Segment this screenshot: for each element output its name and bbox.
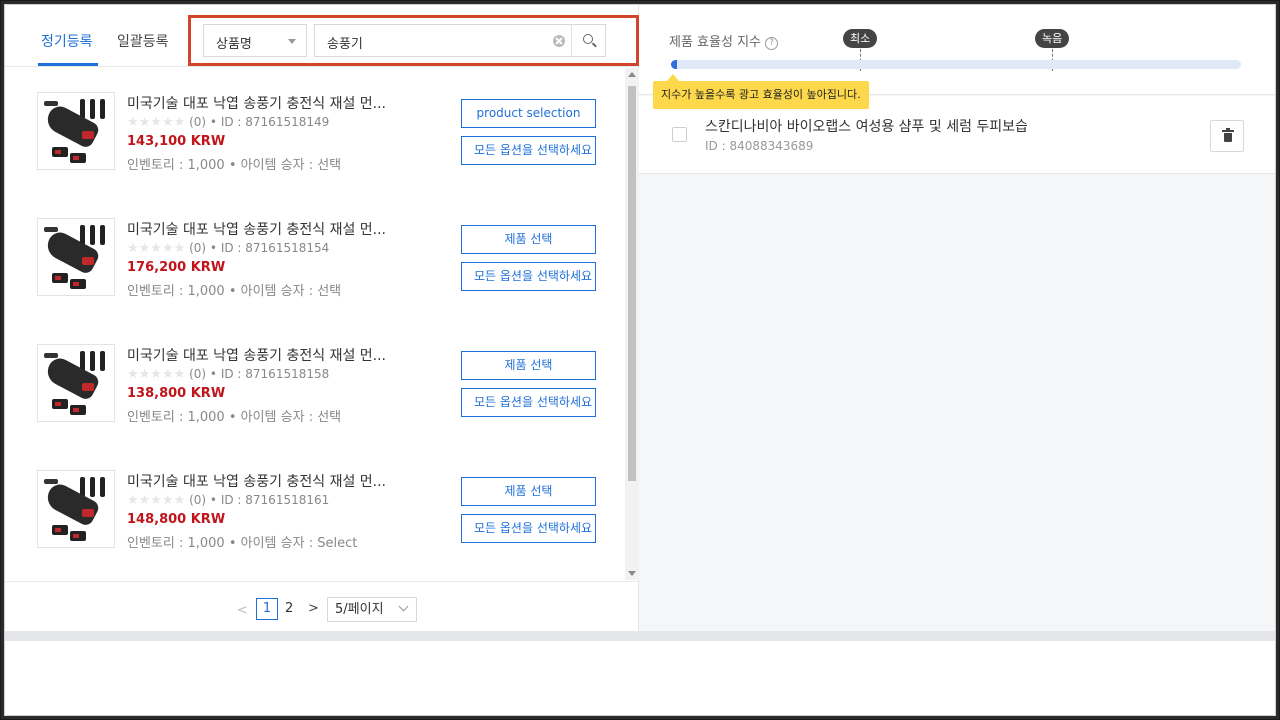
rating-stars-icon: ★★★★★: [127, 367, 186, 382]
tab-bar: 정기등록 일괄등록 상품명 송풍기: [5, 5, 639, 67]
rating-count: (0): [189, 115, 207, 129]
search-field-value: 상품명: [216, 37, 252, 52]
marker-min: 최소: [843, 29, 878, 48]
help-icon[interactable]: ?: [765, 37, 778, 50]
prev-page-icon[interactable]: <: [237, 603, 248, 618]
list-scrollbar[interactable]: [625, 68, 639, 580]
page-size-select[interactable]: 5/페이지: [327, 597, 417, 622]
product-meta: ★★★★★ (0) • ID : 87161518154: [127, 241, 330, 256]
product-search-panel: 정기등록 일괄등록 상품명 송풍기 미국기술 대포 낙엽 송풍기 충전식 재설 …: [5, 5, 639, 631]
chevron-down-icon: [398, 601, 409, 612]
product-thumbnail: [37, 344, 115, 422]
list-item: 미국기술 대포 낙엽 송풍기 충전식 재설 먼... ★★★★★ (0) • I…: [5, 320, 625, 446]
product-price: 143,100 KRW: [127, 134, 226, 149]
product-thumbnail: [37, 218, 115, 296]
search-field-select[interactable]: 상품명: [203, 24, 307, 57]
rating-stars-icon: ★★★★★: [127, 241, 186, 256]
tooltip-arrow: [667, 74, 679, 81]
marker-green: 녹음: [1035, 29, 1070, 48]
product-meta: ★★★★★ (0) • ID : 87161518149: [127, 115, 330, 130]
product-thumbnail: [37, 92, 115, 170]
search-query-text: 송풍기: [327, 37, 363, 52]
rating-count: (0): [189, 367, 207, 381]
efficiency-index-section: 제품 효율성 지수? 최소 녹음 지수가 높을수록 광고 효율성이 높아집니다.: [639, 5, 1275, 109]
select-all-options-button[interactable]: 모든 옵션을 선택하세요: [461, 514, 596, 543]
list-item: 미국기술 대포 낙엽 송풍기 충전식 재설 먼... ★★★★★ (0) • I…: [5, 194, 625, 320]
efficiency-track: [671, 60, 1241, 69]
tab-regular-registration[interactable]: 정기등록: [41, 31, 93, 51]
search-button[interactable]: [571, 25, 605, 56]
clear-icon[interactable]: [553, 35, 565, 47]
product-select-button[interactable]: 제품 선택: [461, 351, 596, 380]
search-input[interactable]: 송풍기: [314, 24, 606, 57]
product-inventory: 인벤토리 : 1,000 • 아이템 승자 : 선택: [127, 284, 342, 299]
scroll-down-icon[interactable]: [628, 571, 636, 576]
efficiency-label-text: 제품 효율성 지수: [669, 35, 761, 50]
product-select-button[interactable]: 제품 선택: [461, 477, 596, 506]
product-title: 미국기술 대포 낙엽 송풍기 충전식 재설 먼...: [127, 348, 387, 364]
select-all-options-button[interactable]: 모든 옵션을 선택하세요: [461, 136, 596, 165]
app-window: 정기등록 일괄등록 상품명 송풍기 미국기술 대포 낙엽 송풍기 충전식 재설 …: [4, 4, 1276, 716]
select-all-options-button[interactable]: 모든 옵션을 선택하세요: [461, 262, 596, 291]
efficiency-label: 제품 효율성 지수?: [669, 31, 778, 50]
product-price: 138,800 KRW: [127, 386, 226, 401]
product-list: 미국기술 대포 낙엽 송풍기 충전식 재설 먼... ★★★★★ (0) • I…: [5, 68, 625, 578]
page-current[interactable]: 1: [256, 598, 278, 620]
product-inventory: 인벤토리 : 1,000 • 아이템 승자 : 선택: [127, 158, 342, 173]
product-title: 미국기술 대포 낙엽 송풍기 충전식 재설 먼...: [127, 96, 387, 112]
scrollbar-thumb[interactable]: [628, 86, 636, 481]
selected-product-id: ID : 84088343689: [705, 139, 814, 153]
product-title: 미국기술 대포 낙엽 송풍기 충전식 재설 먼...: [127, 474, 387, 490]
tab-bulk-registration[interactable]: 일괄등록: [117, 31, 169, 51]
product-price: 176,200 KRW: [127, 260, 226, 275]
list-item: 미국기술 대포 낙엽 송풍기 충전식 재설 먼... ★★★★★ (0) • I…: [5, 446, 625, 572]
product-thumbnail: [37, 470, 115, 548]
efficiency-tooltip: 지수가 높을수록 광고 효율성이 높아집니다.: [653, 81, 869, 109]
scroll-up-icon[interactable]: [628, 72, 636, 77]
rating-count: (0): [189, 241, 207, 255]
page-size-value: 5/페이지: [335, 602, 384, 617]
list-item: 미국기술 대포 낙엽 송풍기 충전식 재설 먼... ★★★★★ (0) • I…: [5, 68, 625, 194]
product-price: 148,800 KRW: [127, 512, 226, 527]
product-select-button[interactable]: 제품 선택: [461, 225, 596, 254]
rating-stars-icon: ★★★★★: [127, 115, 186, 130]
product-inventory: 인벤토리 : 1,000 • 아이템 승자 : 선택: [127, 410, 342, 425]
product-meta: ★★★★★ (0) • ID : 87161518161: [127, 493, 330, 508]
page-link[interactable]: 2: [285, 601, 293, 616]
rating-count: (0): [189, 493, 207, 507]
rating-stars-icon: ★★★★★: [127, 493, 186, 508]
select-all-options-button[interactable]: 모든 옵션을 선택하세요: [461, 388, 596, 417]
caret-down-icon: [288, 39, 296, 44]
row-checkbox[interactable]: [672, 127, 687, 142]
product-id: ID : 87161518161: [220, 493, 330, 507]
product-id: ID : 87161518158: [220, 367, 330, 381]
product-id: ID : 87161518154: [220, 241, 330, 255]
active-tab-indicator: [38, 63, 98, 66]
pagination: < 1 2 > 5/페이지: [5, 581, 639, 631]
selected-products-panel: 제품 효율성 지수? 최소 녹음 지수가 높을수록 광고 효율성이 높아집니다.…: [639, 5, 1275, 631]
product-meta: ★★★★★ (0) • ID : 87161518158: [127, 367, 330, 382]
next-page-icon[interactable]: >: [308, 601, 319, 616]
product-title: 미국기술 대포 낙엽 송풍기 충전식 재설 먼...: [127, 222, 387, 238]
product-inventory: 인벤토리 : 1,000 • 아이템 승자 : Select: [127, 536, 358, 551]
trash-icon: [1224, 133, 1232, 142]
bottom-divider: [5, 631, 1275, 641]
delete-button[interactable]: [1210, 120, 1244, 152]
product-id: ID : 87161518149: [220, 115, 330, 129]
selected-product-title: 스칸디나비아 바이오랩스 여성용 샴푸 및 세럼 두피보습: [705, 119, 1028, 135]
efficiency-fill: [671, 60, 677, 69]
product-select-button[interactable]: product selection: [461, 99, 596, 128]
